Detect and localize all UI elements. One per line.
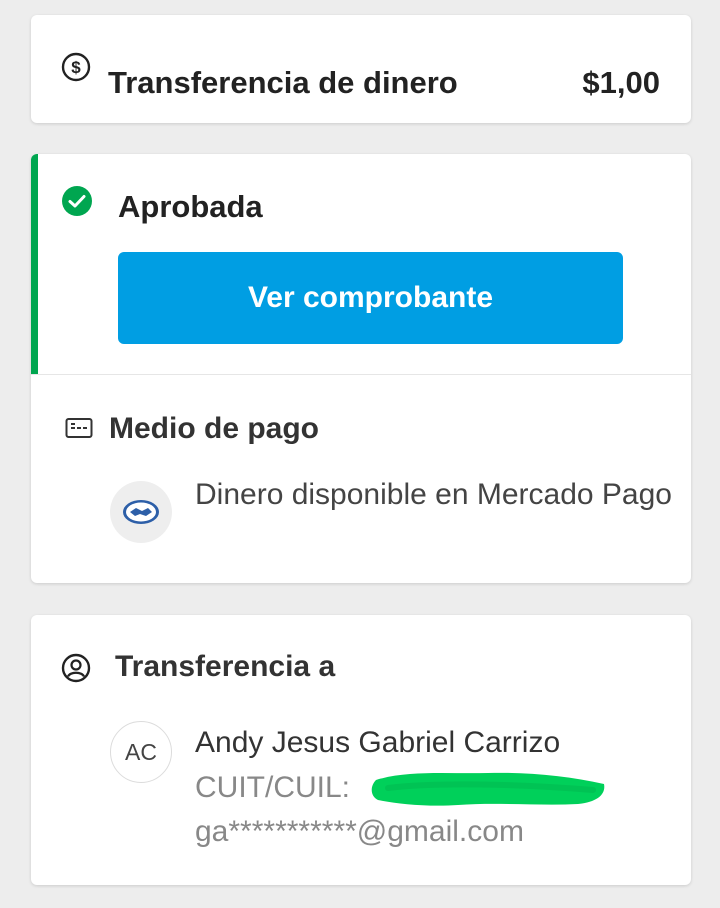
status-card: Aprobada Ver comprobante Medio de pago D… <box>31 154 691 583</box>
svg-text:$: $ <box>71 58 81 77</box>
transfer-summary-card: $ Transferencia de dinero $1,00 <box>31 15 691 123</box>
user-circle-icon <box>61 653 91 688</box>
mercado-pago-handshake-icon <box>110 481 172 543</box>
payment-method-title: Medio de pago <box>109 412 319 445</box>
dollar-circle-icon: $ <box>61 52 91 87</box>
recipient-email: ga***********@gmail.com <box>195 815 524 848</box>
payment-method-description: Dinero disponible en Mercado Pago <box>195 478 672 511</box>
transfer-amount: $1,00 <box>582 65 660 100</box>
recipient-title: Transferencia a <box>115 650 336 683</box>
recipient-name: Andy Jesus Gabriel Carrizo <box>195 726 561 759</box>
recipient-card: Transferencia a AC Andy Jesus Gabriel Ca… <box>31 615 691 885</box>
card-icon <box>65 417 93 444</box>
recipient-cuit-label: CUIT/CUIL: <box>195 771 351 804</box>
status-accent-bar <box>31 154 38 374</box>
view-receipt-button[interactable]: Ver comprobante <box>118 252 623 344</box>
avatar: AC <box>110 721 172 783</box>
status-label: Aprobada <box>118 189 263 224</box>
section-divider <box>31 374 691 375</box>
check-circle-icon <box>61 185 93 222</box>
transfer-title: Transferencia de dinero <box>108 65 458 100</box>
redaction-mark <box>368 766 608 815</box>
